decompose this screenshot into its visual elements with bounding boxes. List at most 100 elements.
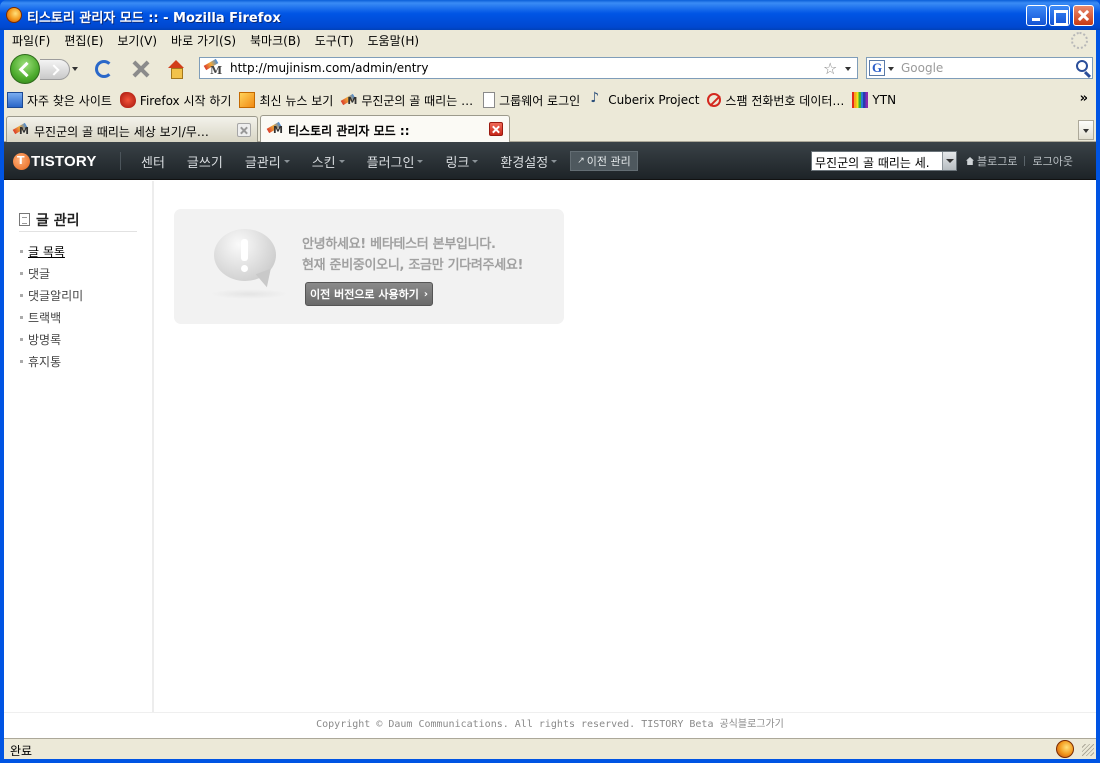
sidebar-item-comments[interactable]: 댓글: [20, 262, 83, 284]
nav-post-manage[interactable]: 글관리: [245, 152, 290, 171]
go-to-blog-link[interactable]: 블로그로: [977, 153, 1017, 169]
search-icon[interactable]: [1076, 60, 1088, 72]
use-previous-version-button[interactable]: 이전 버전으로 사용하기 ›: [305, 282, 433, 306]
resize-grip-icon[interactable]: [1082, 744, 1094, 756]
sidebar-item-trash[interactable]: 휴지통: [20, 350, 83, 372]
google-engine-icon[interactable]: G: [869, 60, 885, 76]
tab-close-icon[interactable]: [489, 122, 503, 136]
bookmarks-overflow-button[interactable]: »: [1080, 91, 1088, 106]
page-viewport: TISTORY 센터 글쓰기 글관리 스킨 플러그인 링크 환경설정 ↗이전 관…: [4, 142, 1096, 738]
ytn-icon: [852, 92, 869, 108]
exclamation-bubble-icon: [214, 229, 276, 281]
menu-view[interactable]: 보기(V): [110, 32, 164, 49]
sidebar-item-post-list[interactable]: 글 목록: [20, 240, 83, 262]
site-favicon-icon: M: [204, 60, 222, 77]
tistory-logo[interactable]: TISTORY: [13, 151, 97, 171]
bookmark-item[interactable]: Cuberix Project: [588, 90, 699, 108]
tab-mujinism[interactable]: 무진군의 골 때리는 세상 보기/무…: [6, 116, 258, 142]
sidebar-header: 글 관리: [19, 208, 137, 232]
bookmark-item[interactable]: 그룹웨어 로그인: [481, 92, 580, 109]
menu-tools[interactable]: 도구(T): [308, 32, 361, 49]
bookmark-label: 최신 뉴스 보기: [259, 93, 334, 108]
maximize-icon: [1050, 6, 1069, 25]
sidebar-title: 글 관리: [36, 212, 80, 229]
nav-label: 스킨: [311, 155, 336, 171]
tab-label: 티스토리 관리자 모드 ::: [288, 124, 410, 138]
bookmark-item[interactable]: 자주 찾은 사이트: [7, 92, 112, 109]
tab-favicon-icon: [267, 121, 283, 137]
bookmark-item[interactable]: 최신 뉴스 보기: [239, 92, 333, 109]
nav-skin[interactable]: 스킨: [312, 152, 345, 171]
all-tabs-button[interactable]: [1078, 120, 1094, 140]
caret-down-icon: [283, 159, 290, 163]
beta-notice-box: 안녕하세요! 베타테스터 본부입니다. 현재 준비중이오니, 조금만 기다려주세…: [174, 209, 564, 324]
caret-down-icon: [472, 159, 479, 163]
sidebar-item-guestbook[interactable]: 방명록: [20, 328, 83, 350]
firefox-status-icon[interactable]: [1056, 740, 1074, 758]
sidebar-item-comment-notifier[interactable]: 댓글알리미: [20, 284, 83, 306]
tab-tistory-admin[interactable]: 티스토리 관리자 모드 ::: [260, 115, 510, 142]
blog-select[interactable]: 무진군의 골 때리는 세.: [811, 151, 957, 171]
search-input[interactable]: Google: [901, 61, 943, 75]
reload-icon[interactable]: [95, 60, 113, 78]
nav-label: 플러그인: [366, 155, 415, 171]
nav-plugin[interactable]: 플러그인: [367, 152, 424, 171]
home-icon: [966, 157, 974, 165]
menu-history[interactable]: 바로 가기(S): [164, 32, 243, 49]
menu-bookmarks[interactable]: 북마크(B): [243, 32, 308, 49]
url-input[interactable]: http://mujinism.com/admin/entry: [230, 61, 428, 75]
logout-link[interactable]: 로그아웃: [1032, 153, 1072, 169]
old-admin-button[interactable]: ↗ 이전 관리: [570, 151, 638, 171]
tab-close-icon[interactable]: [237, 123, 251, 137]
menu-bar: 파일(F) 편집(E) 보기(V) 바로 가기(S) 북마크(B) 도구(T) …: [4, 30, 1096, 51]
document-icon: [19, 213, 30, 226]
caret-down-icon: [338, 159, 345, 163]
history-dropdown-icon[interactable]: [72, 67, 78, 71]
chevron-down-icon[interactable]: [942, 152, 956, 170]
nav-link[interactable]: 링크: [445, 152, 479, 171]
back-button[interactable]: [10, 54, 40, 84]
minimize-button[interactable]: [1026, 5, 1047, 26]
bookmarks-toolbar: 자주 찾은 사이트 Firefox 시작 하기 최신 뉴스 보기 무진군의 골 …: [4, 88, 1096, 112]
close-window-button[interactable]: [1073, 5, 1094, 26]
menu-edit[interactable]: 편집(E): [57, 32, 110, 49]
old-admin-label: 이전 관리: [586, 155, 631, 168]
nav-center[interactable]: 센터: [141, 152, 165, 171]
sidebar-item-trackback[interactable]: 트랙백: [20, 306, 83, 328]
home-icon[interactable]: [167, 60, 185, 79]
blog-select-value: 무진군의 골 때리는 세.: [815, 156, 930, 170]
smart-folder-icon: [7, 92, 23, 108]
menu-help[interactable]: 도움말(H): [361, 32, 427, 49]
forward-button[interactable]: [40, 59, 70, 80]
status-text: 완료: [10, 744, 33, 758]
firefox-logo-icon: [6, 7, 22, 23]
title-bar[interactable]: 티스토리 관리자 모드 :: - Mozilla Firefox: [0, 0, 1100, 30]
tistory-logo-icon: [13, 152, 30, 170]
stop-icon[interactable]: [132, 60, 150, 78]
window-title: 티스토리 관리자 모드 :: - Mozilla Firefox: [27, 11, 281, 26]
url-bar[interactable]: M http://mujinism.com/admin/entry ☆: [199, 57, 858, 79]
url-dropdown-icon[interactable]: [845, 67, 851, 71]
bookmark-item[interactable]: Firefox 시작 하기: [119, 92, 232, 109]
bookmark-label: YTN: [872, 93, 897, 107]
exclamation-bar: [241, 239, 248, 261]
menu-file[interactable]: 파일(F): [4, 32, 57, 49]
mujinism-favicon-icon: [341, 92, 357, 108]
maximize-button[interactable]: [1049, 5, 1070, 26]
bookmark-item[interactable]: 무진군의 골 때리는 …: [341, 92, 473, 109]
nav-settings[interactable]: 환경설정: [500, 152, 558, 171]
bookmark-label: 그룹웨어 로그인: [499, 93, 581, 108]
minimize-icon: [1027, 6, 1046, 25]
arrow-up-right-icon: ↗: [577, 156, 585, 166]
nav-write[interactable]: 글쓰기: [187, 152, 223, 171]
bookmark-star-icon[interactable]: ☆: [823, 59, 837, 78]
bookmark-item[interactable]: 스팸 전화번호 데이터…: [707, 92, 844, 109]
rss-icon: [239, 92, 256, 108]
engine-dropdown-icon[interactable]: [888, 67, 894, 71]
bookmark-item[interactable]: YTN: [852, 92, 896, 108]
search-bar[interactable]: G Google: [866, 57, 1093, 79]
sidebar-list: 글 목록 댓글 댓글알리미 트랙백 방명록 휴지통: [20, 240, 83, 372]
browser-client-area: 파일(F) 편집(E) 보기(V) 바로 가기(S) 북마크(B) 도구(T) …: [4, 30, 1096, 759]
bookmark-label: Firefox 시작 하기: [139, 93, 232, 108]
nav-label: 글관리: [244, 155, 281, 171]
